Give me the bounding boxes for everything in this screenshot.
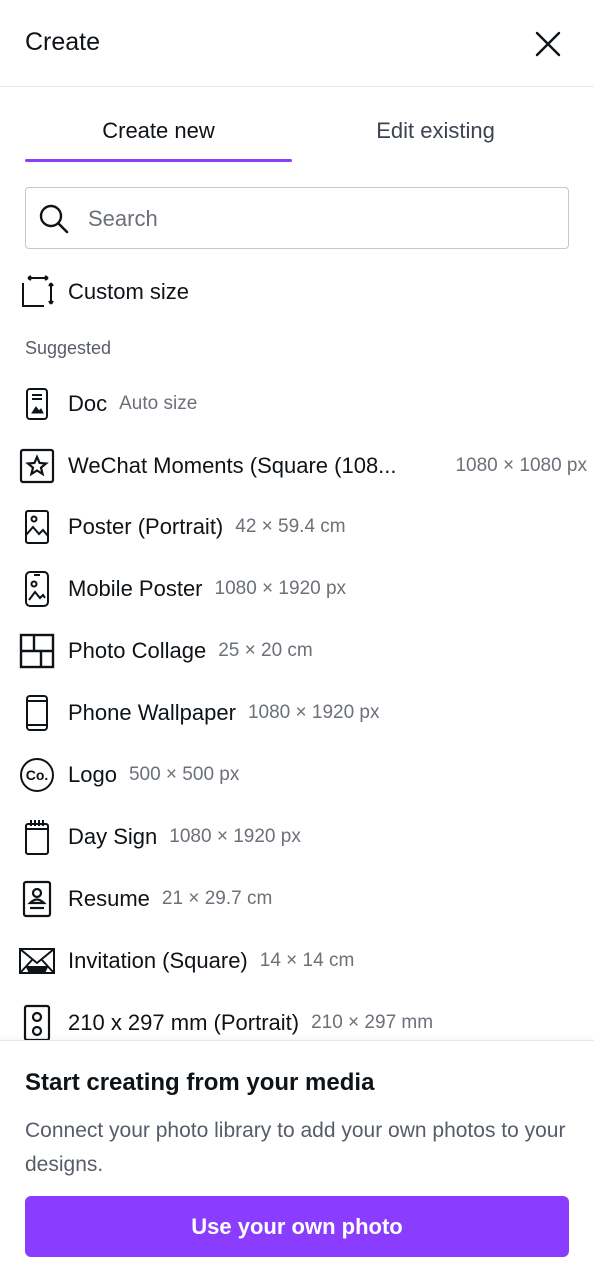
- media-panel-description: Connect your photo library to add your o…: [25, 1119, 566, 1176]
- list-item-mobile-poster[interactable]: Mobile Poster 1080 × 1920 px: [18, 563, 578, 615]
- phone-icon: [18, 694, 56, 732]
- item-name: Logo: [68, 762, 117, 787]
- page-title: Create: [25, 28, 101, 56]
- item-name: Phone Wallpaper: [68, 700, 236, 725]
- list-item-logo[interactable]: Co. Logo 500 × 500 px: [18, 749, 578, 801]
- list-item-invitation-square[interactable]: Invitation (Square) 14 × 14 cm: [18, 935, 578, 987]
- list-item-wechat-moments[interactable]: WeChat Moments (Square (108... 1080 × 10…: [18, 440, 587, 492]
- suggested-heading: Suggested: [25, 338, 112, 358]
- item-dimensions: 500 × 500 px: [128, 764, 240, 785]
- item-dimensions: 21 × 29.7 cm: [161, 888, 273, 909]
- tab-bar: Create new Edit existing: [25, 100, 569, 162]
- day-sign-icon: [18, 818, 56, 856]
- active-tab-indicator: [25, 159, 292, 162]
- search-input[interactable]: [86, 200, 560, 238]
- close-button[interactable]: [528, 24, 568, 64]
- list-item-resume[interactable]: Resume 21 × 29.7 cm: [18, 873, 578, 925]
- item-name: Resume: [68, 886, 150, 911]
- tab-create-new[interactable]: Create new: [25, 100, 292, 162]
- item-name: Poster (Portrait): [68, 514, 224, 539]
- item-dimensions: 42 × 59.4 cm: [235, 516, 346, 537]
- use-own-photo-button[interactable]: Use your own photo: [25, 1196, 569, 1257]
- item-dimensions: 1080 × 1920 px: [169, 826, 301, 847]
- item-name: Photo Collage: [68, 638, 207, 663]
- header: Create: [0, 0, 594, 87]
- item-dimensions: 14 × 14 cm: [259, 950, 355, 971]
- list-item-doc[interactable]: Doc Auto size: [18, 378, 578, 430]
- resize-icon: [18, 273, 56, 311]
- list-item-photo-collage[interactable]: Photo Collage 25 × 20 cm: [18, 625, 578, 677]
- item-name: Doc: [68, 391, 108, 416]
- item-name: Invitation (Square): [68, 948, 248, 973]
- portrait-sheet-icon: [18, 1004, 56, 1042]
- collage-icon: [18, 632, 56, 670]
- item-name: WeChat Moments (Square (108...: [68, 453, 397, 478]
- resume-icon: [18, 880, 56, 918]
- item-dimensions: Auto size: [119, 393, 198, 414]
- close-icon: [535, 31, 561, 57]
- list-item-day-sign[interactable]: Day Sign 1080 × 1920 px: [18, 811, 578, 863]
- item-dimensions: 1080 × 1920 px: [247, 702, 380, 723]
- media-panel-heading: Start creating from your media: [25, 1069, 375, 1096]
- svg-text:Co.: Co.: [26, 767, 49, 783]
- search-icon: [38, 203, 70, 235]
- custom-size-item[interactable]: Custom size: [18, 266, 578, 318]
- invitation-icon: [18, 942, 56, 980]
- item-dimensions: 25 × 20 cm: [218, 640, 313, 661]
- item-dimensions: 210 × 297 mm: [311, 1012, 434, 1033]
- item-name: 210 x 297 mm (Portrait): [68, 1010, 300, 1035]
- search-box[interactable]: [25, 187, 569, 249]
- poster-icon: [18, 508, 56, 546]
- mobile-poster-icon: [18, 570, 56, 608]
- item-name: Day Sign: [68, 824, 158, 849]
- doc-icon: [18, 385, 56, 423]
- list-item-phone-wallpaper[interactable]: Phone Wallpaper 1080 × 1920 px: [18, 687, 578, 739]
- item-dimensions: 1080 × 1920 px: [214, 578, 347, 599]
- custom-size-label: Custom size: [68, 279, 190, 304]
- logo-icon: Co.: [18, 756, 56, 794]
- star-frame-icon: [18, 447, 56, 485]
- item-dimensions: 1080 × 1080 px: [455, 455, 587, 476]
- media-panel: Start creating from your media Connect y…: [0, 1040, 594, 1280]
- tab-edit-existing[interactable]: Edit existing: [302, 100, 569, 162]
- item-name: Mobile Poster: [68, 576, 203, 601]
- list-item-poster-portrait[interactable]: Poster (Portrait) 42 × 59.4 cm: [18, 501, 578, 553]
